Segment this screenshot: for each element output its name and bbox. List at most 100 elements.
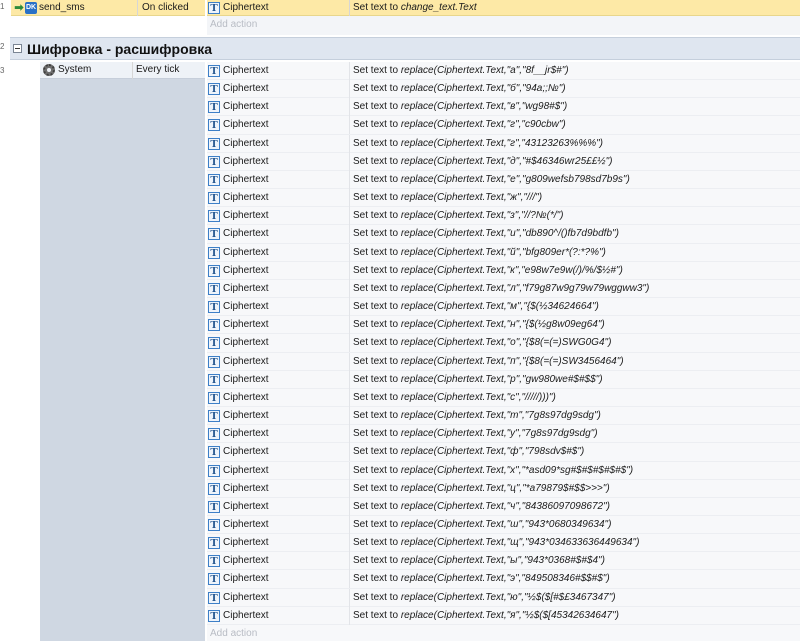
action-row[interactable]: T Ciphertext Set text to replace(Ciphertex… [207, 497, 800, 516]
action-text: Set text to replace(Ciphertext.Text,"г",… [353, 119, 566, 131]
action-row[interactable]: T Ciphertext Set text to replace(Ciphertex… [207, 443, 800, 462]
action-object: Ciphertext [223, 264, 269, 276]
condition-row[interactable]: ➡ DK send_sms On clicked [11, 0, 205, 16]
action-expression: replace(Ciphertext.Text,"п","{$8(=(=)SW3… [400, 355, 624, 367]
action-expression: replace(Ciphertext.Text,"о","{$8(=(=)SWG… [400, 337, 612, 349]
text-object-icon: T [208, 228, 220, 241]
action-row[interactable]: T Ciphertext Set text to replace(Ciphertex… [207, 225, 800, 244]
action-row[interactable]: T Ciphertext Set text to replace(Ciphertex… [207, 552, 800, 571]
cell-divider [349, 279, 350, 298]
text-object-icon: T [208, 555, 220, 568]
add-action-link[interactable]: Add action [210, 19, 257, 31]
action-row[interactable]: T Ciphertext Set text to replace(Ciphertex… [207, 243, 800, 262]
cell-divider [349, 243, 350, 262]
action-row[interactable]: T Ciphertext Set text to replace(Ciphertex… [207, 479, 800, 498]
action-object: Ciphertext [223, 410, 269, 422]
action-row[interactable]: T Ciphertext Set text to replace(Ciphertex… [207, 261, 800, 280]
text-object-icon: T [208, 519, 220, 531]
action-row[interactable]: T Ciphertext Set text to replace(Ciphertex… [207, 62, 800, 81]
action-expression: replace(Ciphertext.Text,"щ","943*0346336… [400, 537, 640, 549]
action-row[interactable]: T Ciphertext Set text to replace(Ciphertex… [207, 588, 800, 607]
action-text: Set text to replace(Ciphertext.Text,"к",… [353, 265, 623, 277]
action-row[interactable]: T Ciphertext Set text to replace(Ciphertex… [207, 334, 800, 353]
action-expression: replace(Ciphertext.Text,"ю","½$($[#$£346… [400, 591, 616, 603]
action-object: Ciphertext [223, 555, 269, 567]
action-row[interactable]: T Ciphertext Set text to replace(Ciphertex… [207, 516, 800, 535]
action-row[interactable]: T Ciphertext Set text to replace(Ciphertex… [207, 534, 800, 553]
action-expression: replace(Ciphertext.Text,"м","{$(½3462466… [400, 301, 599, 313]
event-indent-strip [10, 62, 40, 641]
action-prefix: Set text to [353, 228, 401, 240]
action-object: Ciphertext [223, 519, 269, 530]
condition-object: System [58, 64, 92, 75]
action-expression: replace(Ciphertext.Text,"г","43123263%%%… [400, 137, 604, 149]
action-row[interactable]: T Ciphertext Set text to replace(Ciphertex… [207, 461, 800, 480]
action-row[interactable]: T Ciphertext Set text to replace(Ciphertex… [207, 370, 800, 389]
action-row[interactable]: T Ciphertext Set text to replace(Ciphertex… [207, 407, 800, 426]
action-text: Set text to replace(Ciphertext.Text,"е",… [353, 174, 630, 186]
action-text: Set text to replace(Ciphertext.Text,"и",… [353, 228, 619, 240]
action-object: Ciphertext [223, 573, 269, 585]
action-row[interactable]: T Ciphertext Set text to replace(Ciphertex… [207, 98, 800, 117]
action-row[interactable]: T Ciphertext Set text to change_text.Tex… [207, 0, 800, 16]
action-row[interactable]: T Ciphertext Set text to replace(Ciphertex… [207, 80, 800, 99]
event-send-sms[interactable]: ➡ DK send_sms On clicked T Ciphertext Se… [10, 0, 800, 35]
action-row[interactable]: T Ciphertext Set text to replace(Ciphertex… [207, 316, 800, 335]
add-action-link[interactable]: Add action [210, 628, 257, 640]
action-object: Ciphertext [223, 337, 269, 349]
text-object-icon: T [208, 282, 220, 295]
text-object-icon: T [208, 391, 220, 404]
action-row[interactable]: T Ciphertext Set text to replace(Ciphertex… [207, 388, 800, 408]
cell-divider [349, 134, 350, 153]
action-text: Set text to change_text.Text [353, 2, 477, 14]
cell-divider [349, 152, 350, 171]
action-row[interactable]: T Ciphertext Set text to replace(Ciphertex… [207, 207, 800, 226]
line-number-gutter: 1 2 3 [0, 0, 10, 641]
cell-divider [349, 80, 350, 99]
action-row[interactable]: T Ciphertext Set text to replace(Ciphertex… [207, 352, 800, 371]
text-object-icon: T [208, 192, 220, 205]
action-row[interactable]: T Ciphertext Set text to replace(Ciphertex… [207, 606, 800, 625]
action-expression: replace(Ciphertext.Text,"й","bfg809er*(?… [400, 246, 606, 258]
action-row[interactable]: T Ciphertext Set text to replace(Ciphertex… [207, 298, 800, 317]
action-expression: replace(Ciphertext.Text,"е","g809wefsb79… [400, 173, 630, 185]
action-expression: replace(Ciphertext.Text,"ф","798sdv$#$") [400, 446, 585, 458]
action-text: Set text to replace(Ciphertext.Text,"б",… [353, 83, 566, 95]
action-expression: replace(Ciphertext.Text,"ц","*a79879$#$$… [400, 482, 610, 494]
action-row[interactable]: T Ciphertext Set text to replace(Ciphertex… [207, 152, 800, 171]
action-expression: replace(Ciphertext.Text,"а","8f__jr$#") [400, 65, 569, 76]
action-row[interactable]: T Ciphertext Set text to replace(Ciphertex… [207, 189, 800, 208]
event-every-tick[interactable]: System Every tick T Ciphertext Set text to… [10, 62, 800, 641]
action-row[interactable]: T Ciphertext Set text to replace(Ciphertex… [207, 170, 800, 190]
cell-divider [349, 425, 350, 444]
action-object: Ciphertext [223, 301, 269, 313]
group-header[interactable]: Шифровка - расшифровка [10, 37, 800, 60]
green-arrow-icon: ➡ [14, 2, 24, 14]
action-object: Ciphertext [223, 2, 269, 13]
action-prefix: Set text to [353, 482, 401, 494]
action-object: Ciphertext [223, 446, 269, 458]
action-object: Ciphertext [223, 500, 269, 512]
cell-divider [349, 225, 350, 244]
cell-divider [349, 552, 350, 571]
cell-divider [349, 334, 350, 353]
action-row[interactable]: T Ciphertext Set text to replace(Ciphertex… [207, 570, 800, 589]
action-prefix: Set text to [353, 391, 401, 403]
text-object-icon: T [208, 137, 220, 150]
action-row[interactable]: T Ciphertext Set text to replace(Ciphertex… [207, 134, 800, 153]
text-object-icon: T [208, 264, 220, 277]
action-row[interactable]: T Ciphertext Set text to replace(Ciphertex… [207, 425, 800, 444]
text-object-icon: T [208, 319, 220, 332]
action-row[interactable]: T Ciphertext Set text to replace(Ciphertex… [207, 279, 800, 299]
action-text: Set text to replace(Ciphertext.Text,"ю",… [353, 592, 616, 604]
action-prefix: Set text to [353, 355, 401, 367]
condition-row[interactable]: System Every tick [40, 62, 205, 79]
action-text: Set text to replace(Ciphertext.Text,"а",… [353, 65, 569, 77]
action-expression: replace(Ciphertext.Text,"ш","943*0680349… [400, 519, 612, 530]
action-expression: replace(Ciphertext.Text,"б","94а;;№") [400, 83, 566, 95]
action-text: Set text to replace(Ciphertext.Text,"м",… [353, 301, 599, 313]
action-text: Set text to replace(Ciphertext.Text,"о",… [353, 337, 611, 349]
action-row[interactable]: T Ciphertext Set text to replace(Ciphertex… [207, 116, 800, 135]
collapse-minus-icon[interactable] [13, 44, 22, 53]
action-prefix: Set text to [353, 246, 401, 258]
